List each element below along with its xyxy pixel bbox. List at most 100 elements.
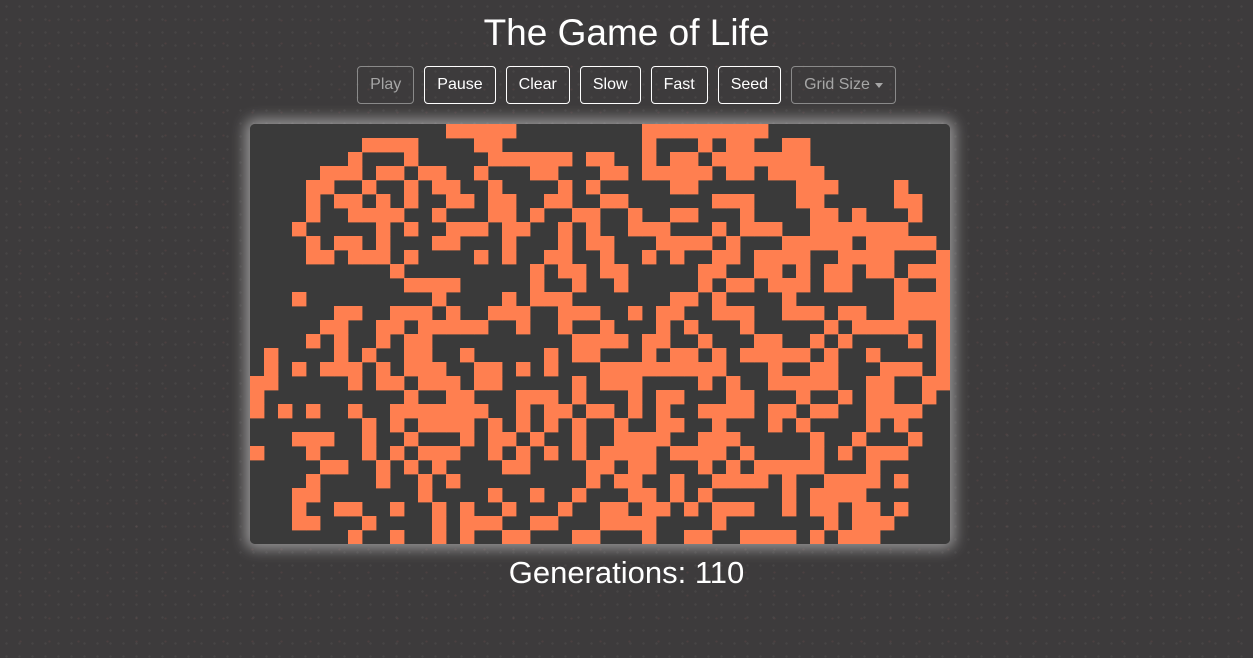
live-cell[interactable] [292, 488, 307, 503]
live-cell[interactable] [894, 446, 909, 461]
live-cell[interactable] [390, 166, 405, 181]
live-cell[interactable] [250, 390, 265, 405]
live-cell[interactable] [838, 446, 853, 461]
live-cell[interactable] [810, 208, 825, 223]
live-cell[interactable] [376, 474, 391, 489]
live-cell[interactable] [544, 418, 559, 433]
live-cell[interactable] [306, 404, 321, 419]
live-cell[interactable] [614, 166, 629, 181]
live-cell[interactable] [292, 516, 307, 531]
live-cell[interactable] [894, 320, 909, 335]
live-cell[interactable] [418, 278, 433, 293]
live-cell[interactable] [726, 474, 741, 489]
live-cell[interactable] [642, 432, 657, 447]
live-cell[interactable] [810, 502, 825, 517]
live-cell[interactable] [432, 236, 447, 251]
live-cell[interactable] [726, 194, 741, 209]
live-cell[interactable] [796, 180, 811, 195]
live-cell[interactable] [404, 278, 419, 293]
live-cell[interactable] [796, 194, 811, 209]
live-cell[interactable] [572, 530, 587, 544]
live-cell[interactable] [936, 376, 950, 391]
live-cell[interactable] [460, 432, 475, 447]
live-cell[interactable] [418, 306, 433, 321]
live-cell[interactable] [306, 208, 321, 223]
live-cell[interactable] [908, 334, 923, 349]
live-cell[interactable] [348, 502, 363, 517]
live-cell[interactable] [600, 250, 615, 265]
live-cell[interactable] [320, 166, 335, 181]
live-cell[interactable] [250, 404, 265, 419]
live-cell[interactable] [572, 334, 587, 349]
live-cell[interactable] [698, 236, 713, 251]
live-cell[interactable] [796, 250, 811, 265]
live-cell[interactable] [908, 208, 923, 223]
live-cell[interactable] [446, 474, 461, 489]
live-cell[interactable] [586, 306, 601, 321]
live-cell[interactable] [488, 180, 503, 195]
live-cell[interactable] [712, 446, 727, 461]
live-cell[interactable] [656, 432, 671, 447]
live-cell[interactable] [544, 250, 559, 265]
live-cell[interactable] [740, 390, 755, 405]
live-cell[interactable] [558, 152, 573, 167]
live-cell[interactable] [866, 264, 881, 279]
live-cell[interactable] [852, 530, 867, 544]
live-cell[interactable] [628, 306, 643, 321]
live-cell[interactable] [796, 278, 811, 293]
live-cell[interactable] [376, 236, 391, 251]
live-cell[interactable] [894, 306, 909, 321]
live-cell[interactable] [936, 250, 950, 265]
live-cell[interactable] [740, 404, 755, 419]
live-cell[interactable] [446, 418, 461, 433]
live-cell[interactable] [432, 404, 447, 419]
live-cell[interactable] [810, 166, 825, 181]
live-cell[interactable] [614, 376, 629, 391]
live-cell[interactable] [320, 460, 335, 475]
live-cell[interactable] [600, 362, 615, 377]
live-cell[interactable] [348, 236, 363, 251]
live-cell[interactable] [810, 194, 825, 209]
live-cell[interactable] [488, 432, 503, 447]
live-cell[interactable] [516, 320, 531, 335]
live-cell[interactable] [474, 138, 489, 153]
live-cell[interactable] [432, 278, 447, 293]
live-cell[interactable] [824, 320, 839, 335]
live-cell[interactable] [866, 236, 881, 251]
live-cell[interactable] [334, 334, 349, 349]
live-cell[interactable] [586, 404, 601, 419]
live-cell[interactable] [670, 124, 685, 139]
live-cell[interactable] [894, 194, 909, 209]
live-cell[interactable] [712, 194, 727, 209]
live-cell[interactable] [572, 418, 587, 433]
live-cell[interactable] [824, 488, 839, 503]
live-cell[interactable] [446, 446, 461, 461]
live-cell[interactable] [292, 432, 307, 447]
live-cell[interactable] [404, 138, 419, 153]
live-cell[interactable] [824, 502, 839, 517]
live-cell[interactable] [670, 292, 685, 307]
live-cell[interactable] [712, 474, 727, 489]
live-cell[interactable] [334, 320, 349, 335]
live-cell[interactable] [334, 502, 349, 517]
live-cell[interactable] [600, 334, 615, 349]
live-cell[interactable] [698, 432, 713, 447]
live-cell[interactable] [656, 362, 671, 377]
live-cell[interactable] [376, 138, 391, 153]
live-cell[interactable] [488, 152, 503, 167]
live-cell[interactable] [656, 124, 671, 139]
live-cell[interactable] [880, 264, 895, 279]
live-cell[interactable] [754, 124, 769, 139]
live-cell[interactable] [334, 348, 349, 363]
live-cell[interactable] [894, 278, 909, 293]
live-cell[interactable] [502, 152, 517, 167]
game-grid[interactable] [250, 124, 950, 544]
live-cell[interactable] [460, 516, 475, 531]
live-cell[interactable] [320, 250, 335, 265]
live-cell[interactable] [642, 138, 657, 153]
live-cell[interactable] [544, 446, 559, 461]
live-cell[interactable] [684, 180, 699, 195]
live-cell[interactable] [670, 152, 685, 167]
live-cell[interactable] [544, 292, 559, 307]
live-cell[interactable] [726, 152, 741, 167]
